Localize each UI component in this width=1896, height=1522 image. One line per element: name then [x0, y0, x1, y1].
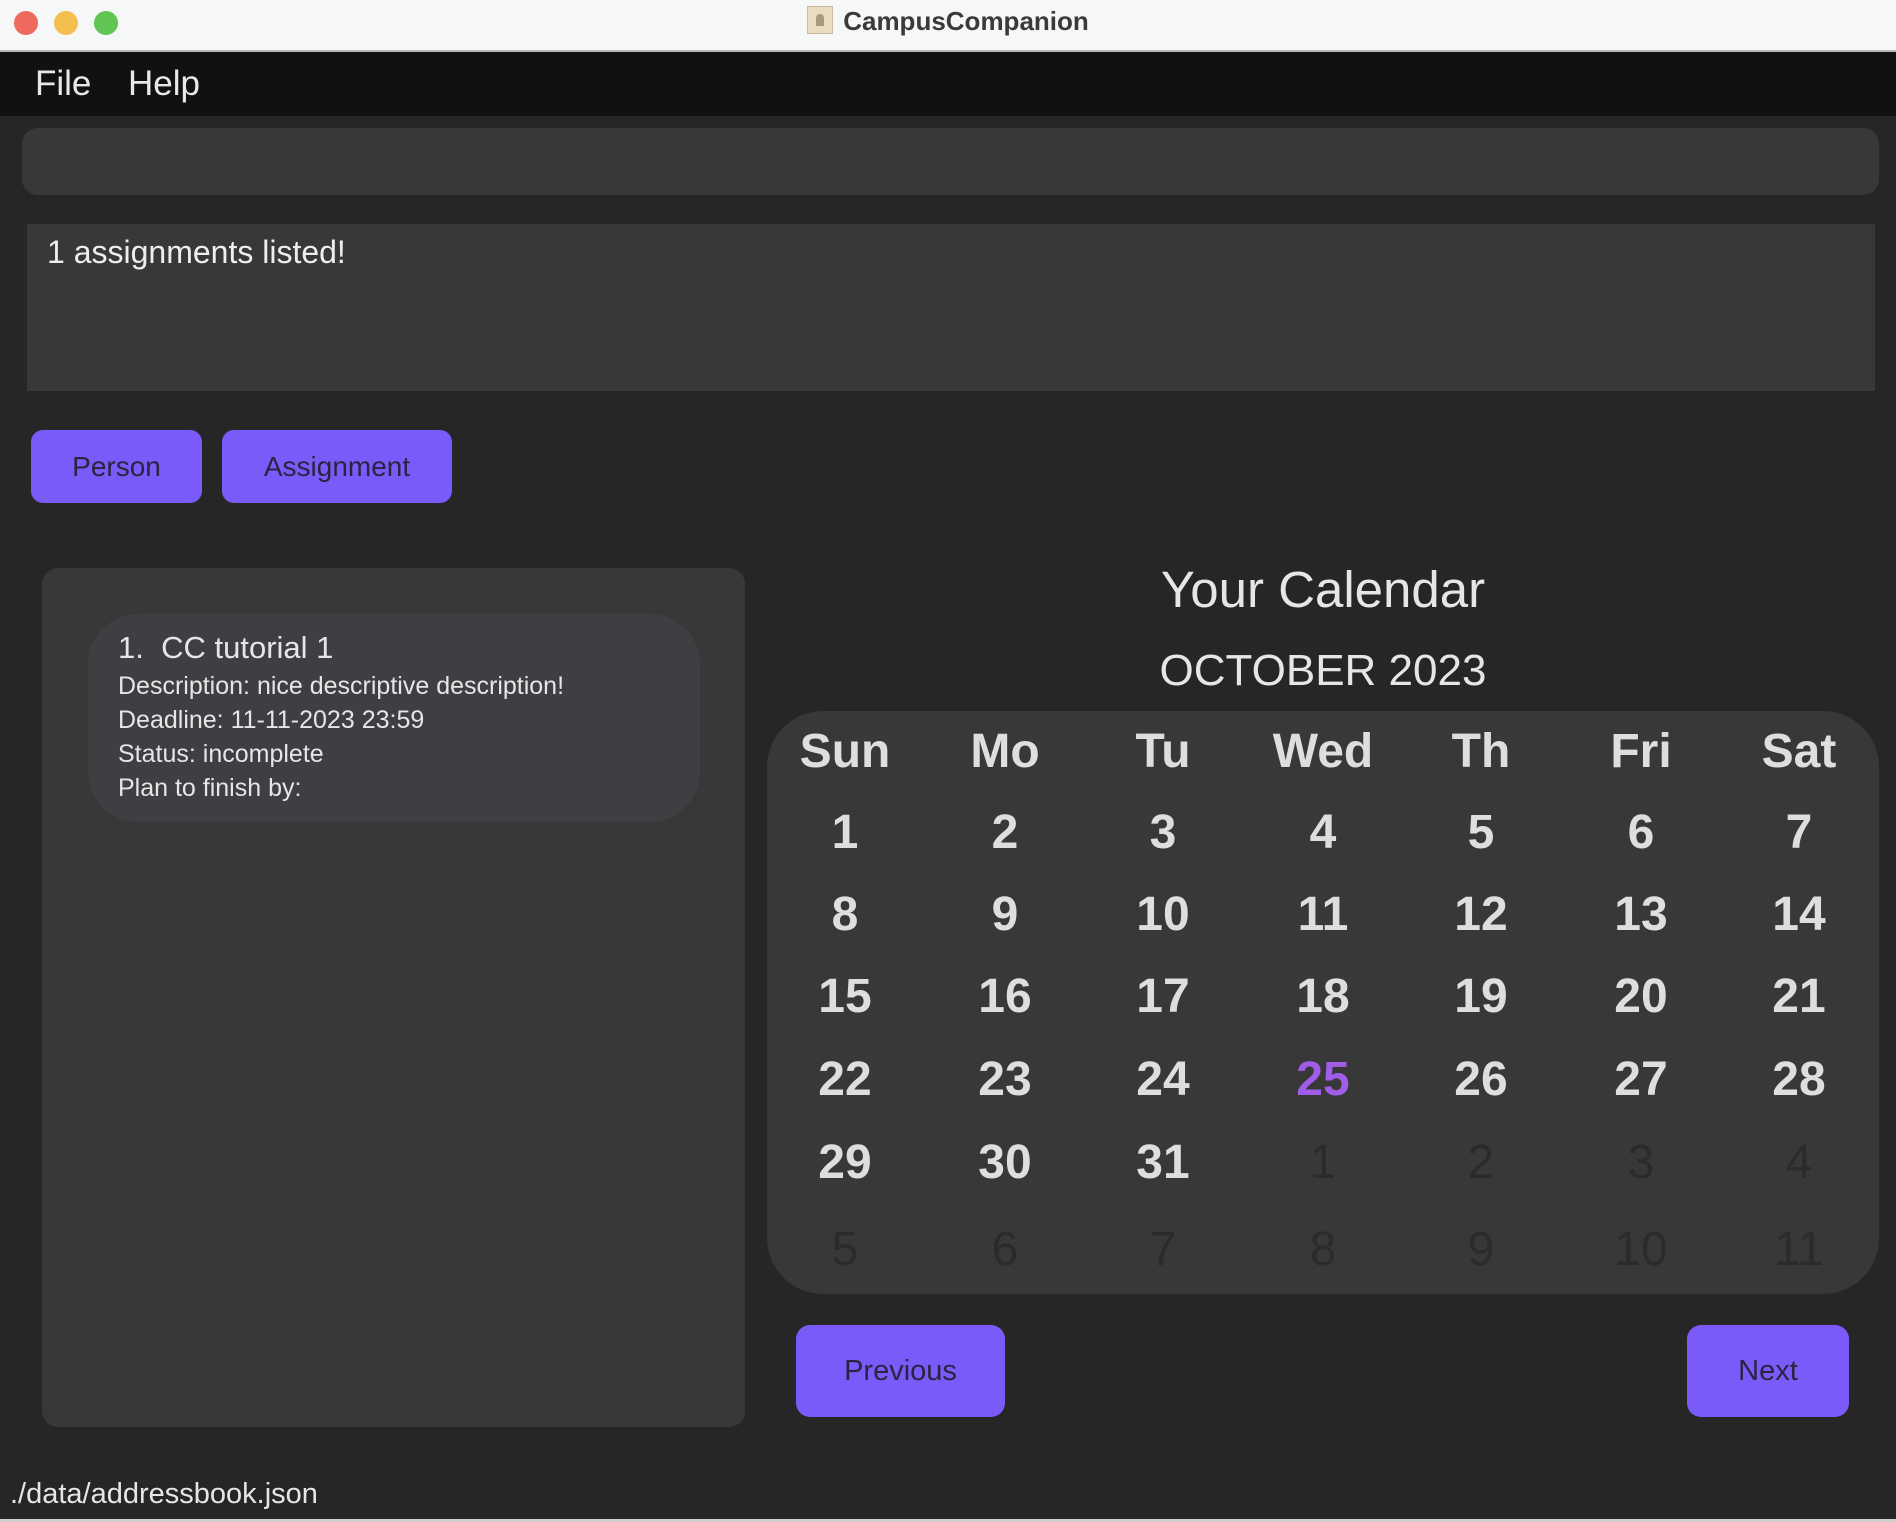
assignment-deadline: Deadline: 11-11-2023 23:59	[118, 706, 425, 734]
calendar-day[interactable]: 26	[1406, 1050, 1556, 1110]
calendar-day[interactable]: 14	[1724, 885, 1874, 945]
calendar-day[interactable]: 22	[770, 1050, 920, 1110]
weekday-header: Fri	[1610, 725, 1672, 778]
calendar-day[interactable]: 9	[930, 885, 1080, 945]
next-month-button[interactable]: Next	[1687, 1325, 1849, 1417]
calendar-day-other-month[interactable]: 8	[1248, 1220, 1398, 1280]
previous-month-button[interactable]: Previous	[796, 1325, 1005, 1417]
calendar-day-other-month[interactable]: 10	[1566, 1220, 1716, 1280]
calendar-day-today[interactable]: 25	[1248, 1050, 1398, 1110]
window-title-text: CampusCompanion	[843, 6, 1089, 36]
calendar-day-other-month[interactable]: 4	[1724, 1133, 1874, 1193]
weekday-header: Th	[1451, 725, 1511, 778]
calendar-day[interactable]: 23	[930, 1050, 1080, 1110]
calendar-day[interactable]: 20	[1566, 967, 1716, 1027]
assignment-card[interactable]: 1. CC tutorial 1 Description: nice descr…	[88, 614, 700, 822]
calendar-day-other-month[interactable]: 11	[1724, 1220, 1874, 1280]
calendar-day[interactable]: 12	[1406, 885, 1556, 945]
calendar-day-other-month[interactable]: 5	[770, 1220, 920, 1280]
calendar-day-other-month[interactable]: 6	[930, 1220, 1080, 1280]
calendar-day[interactable]: 27	[1566, 1050, 1716, 1110]
calendar-day-other-month[interactable]: 7	[1088, 1220, 1238, 1280]
weekday-header: Sat	[1761, 725, 1837, 778]
calendar-day[interactable]: 30	[930, 1133, 1080, 1193]
calendar-day[interactable]: 6	[1566, 803, 1716, 863]
calendar-day[interactable]: 28	[1724, 1050, 1874, 1110]
title-bar: CampusCompanion	[0, 0, 1896, 52]
calendar-day[interactable]: 13	[1566, 885, 1716, 945]
calendar-day[interactable]: 15	[770, 967, 920, 1027]
calendar-day[interactable]: 1	[770, 803, 920, 863]
calendar-day[interactable]: 17	[1088, 967, 1238, 1027]
calendar-day[interactable]: 2	[930, 803, 1080, 863]
calendar-day-other-month[interactable]: 9	[1406, 1220, 1556, 1280]
assignment-plan: Plan to finish by:	[118, 774, 302, 802]
assignment-title: 1. CC tutorial 1	[118, 630, 334, 665]
app-icon	[807, 6, 834, 34]
calendar-day[interactable]: 7	[1724, 803, 1874, 863]
weekday-header: Wed	[1272, 725, 1374, 778]
calendar-day-other-month[interactable]: 2	[1406, 1133, 1556, 1193]
weekday-header: Tu	[1135, 725, 1191, 778]
calendar-day[interactable]: 18	[1248, 967, 1398, 1027]
window-title: CampusCompanion	[0, 0, 1896, 50]
result-display: 1 assignments listed!	[27, 224, 1875, 391]
calendar-day[interactable]: 4	[1248, 803, 1398, 863]
calendar-day-other-month[interactable]: 3	[1566, 1133, 1716, 1193]
command-input[interactable]	[22, 128, 1879, 195]
assignment-button[interactable]: Assignment	[222, 430, 452, 503]
calendar-title: Your Calendar	[1160, 561, 1486, 618]
calendar-day[interactable]: 10	[1088, 885, 1238, 945]
calendar-day[interactable]: 29	[770, 1133, 920, 1193]
calendar-day[interactable]: 3	[1088, 803, 1238, 863]
calendar-day[interactable]: 31	[1088, 1133, 1238, 1193]
menu-help[interactable]: Help	[128, 52, 200, 116]
status-bar-path: ./data/addressbook.json	[10, 1478, 318, 1510]
assignment-status: Status: incomplete	[118, 740, 324, 768]
weekday-header: Sun	[799, 725, 891, 778]
calendar-grid: Sun Mo Tu Wed Th Fri Sat 1 2 3 4 5 6 7 8 9 10 11 12 13 14 15 1…	[767, 711, 1879, 1294]
result-text: 1 assignments listed!	[47, 234, 346, 270]
calendar-day[interactable]: 24	[1088, 1050, 1238, 1110]
calendar-day[interactable]: 21	[1724, 967, 1874, 1027]
calendar-day[interactable]: 8	[770, 885, 920, 945]
weekday-header: Mo	[970, 725, 1040, 778]
person-button[interactable]: Person	[31, 430, 202, 503]
calendar-day[interactable]: 5	[1406, 803, 1556, 863]
menu-bar: File Help	[0, 52, 1896, 116]
calendar-day[interactable]: 11	[1248, 885, 1398, 945]
menu-file[interactable]: File	[35, 52, 91, 116]
assignment-description: Description: nice descriptive descriptio…	[118, 672, 565, 700]
calendar-day[interactable]: 16	[930, 967, 1080, 1027]
calendar-month: OCTOBER 2023	[1159, 646, 1487, 695]
calendar-day-other-month[interactable]: 1	[1248, 1133, 1398, 1193]
calendar-day[interactable]: 19	[1406, 967, 1556, 1027]
